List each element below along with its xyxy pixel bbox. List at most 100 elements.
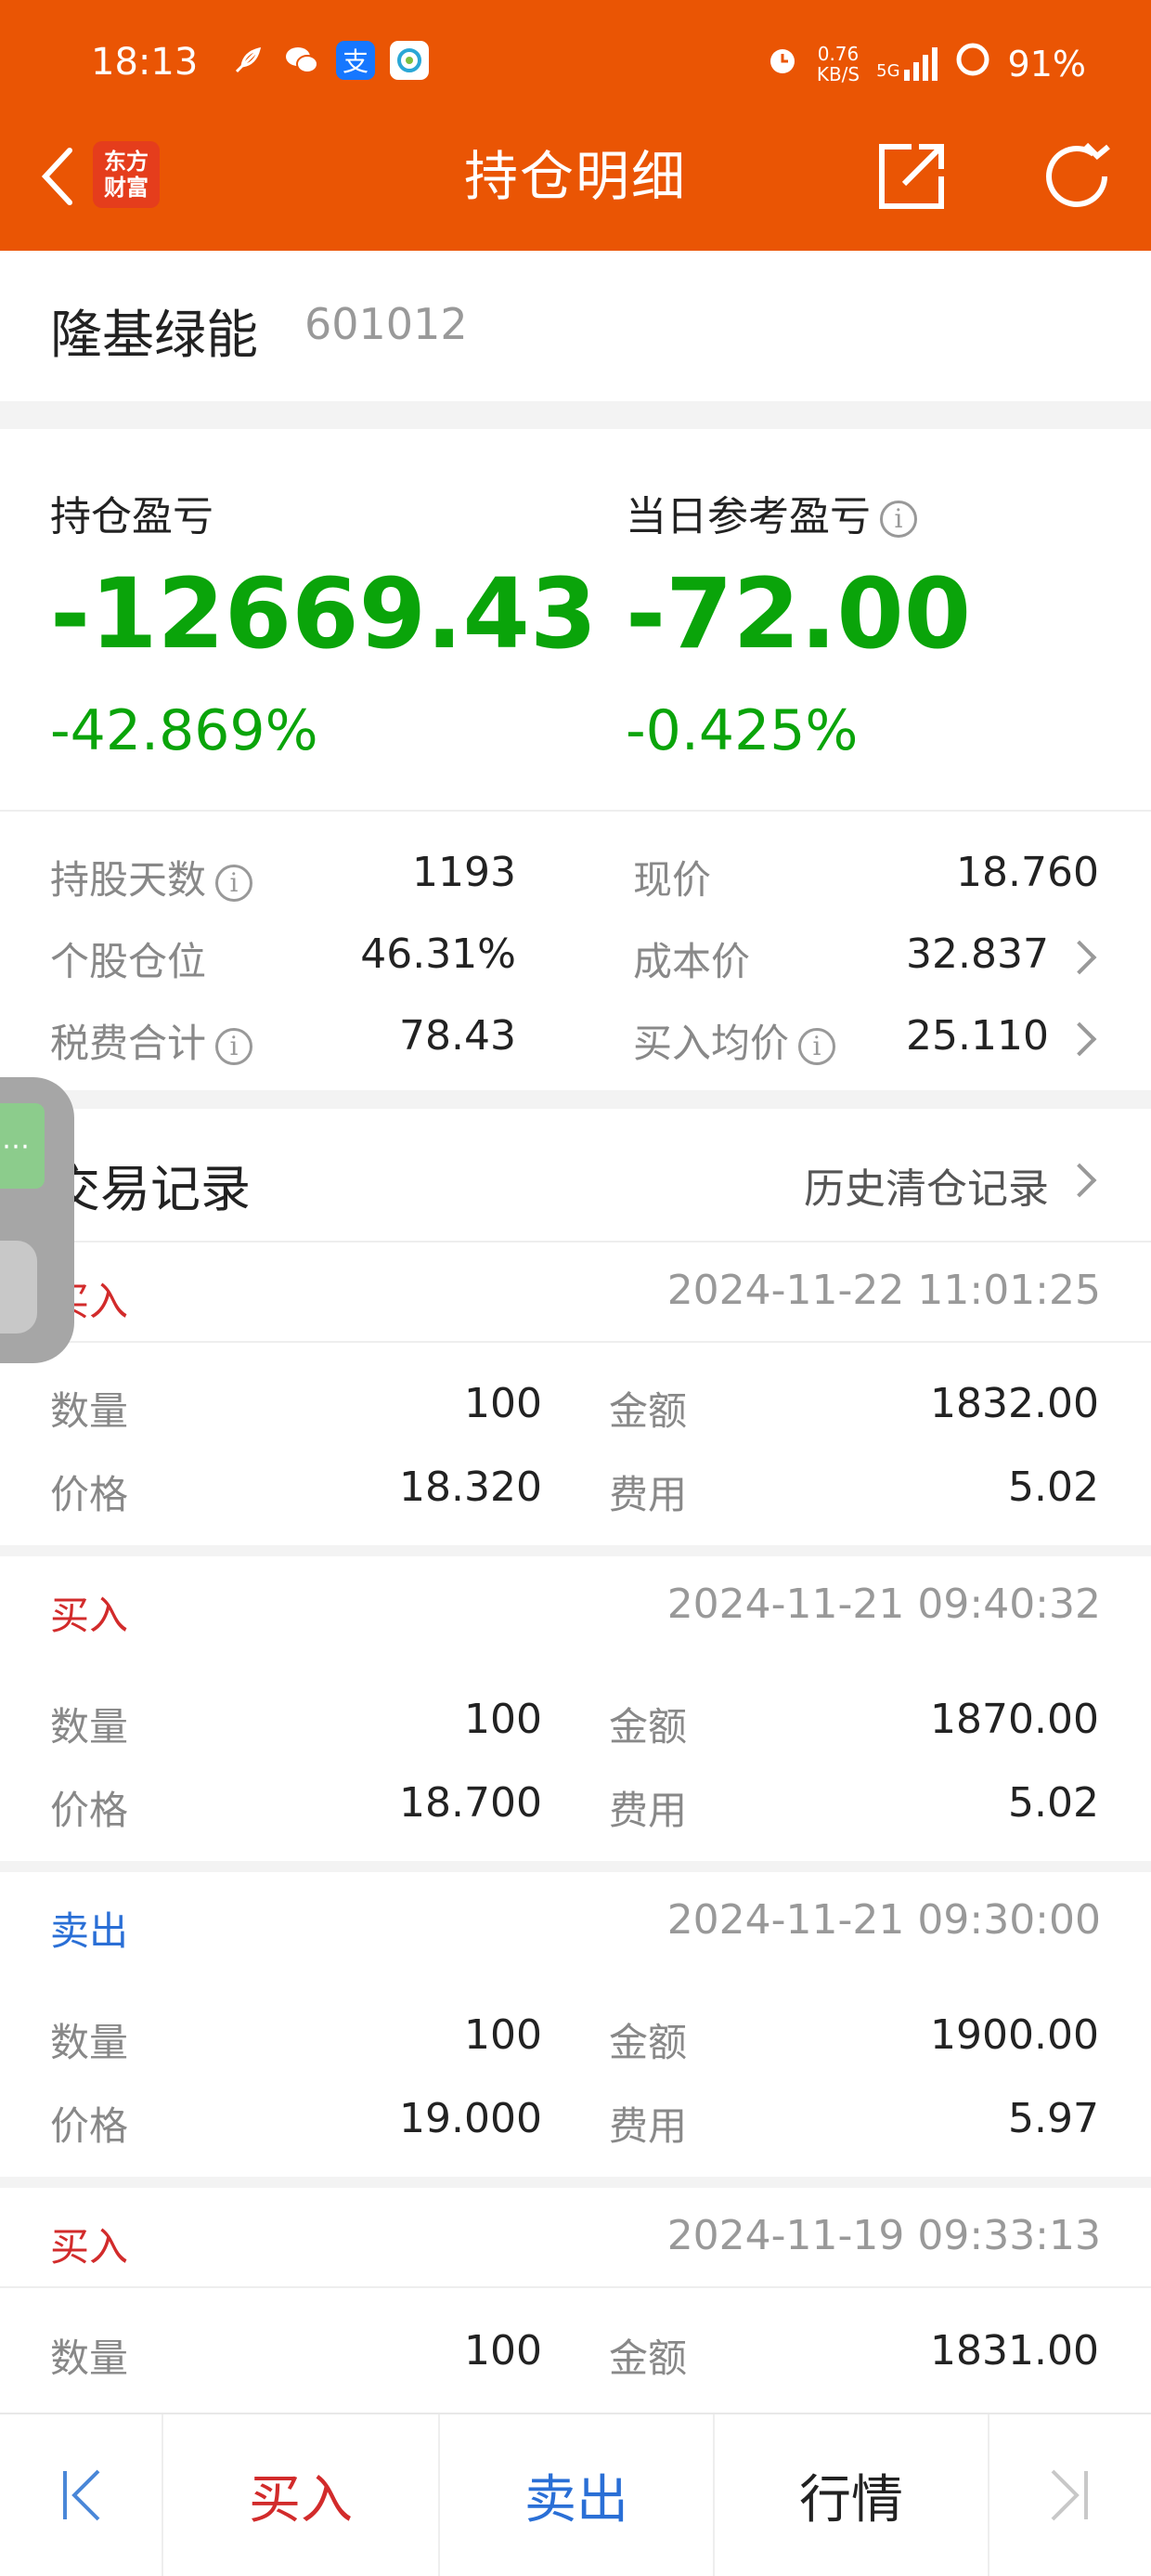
position-value: 46.31%	[360, 930, 516, 978]
avg-value[interactable]: 25.110	[906, 1012, 1049, 1060]
fee-value: 5.02	[1008, 1464, 1099, 1511]
trade-time: 2024-11-22 11:01:25	[666, 1267, 1101, 1314]
net-speed-unit: KB/S	[816, 62, 860, 85]
fee-label: 费用	[609, 1788, 688, 1833]
floating-assistant[interactable]: ⋯	[0, 1077, 74, 1363]
cost-value[interactable]: 32.837	[906, 930, 1049, 978]
notification-icons: 支	[228, 41, 429, 80]
refresh-button[interactable]	[1038, 137, 1116, 215]
sell-button[interactable]: 卖出	[440, 2414, 713, 2576]
avg-label: 买入均价	[633, 1021, 790, 1066]
hold-pnl-value: -12669.43	[50, 557, 598, 670]
status-bar: 18:13 支 0.76 KB/S 5G 91%	[0, 0, 1151, 135]
qty-label: 数量	[50, 2020, 129, 2065]
divider	[0, 1341, 1151, 1343]
price-value: 18.760	[956, 849, 1099, 896]
bottom-bar: 买入 卖出 行情	[0, 2413, 1151, 2576]
system-status: 0.76 KB/S 5G 91%	[765, 41, 1086, 86]
share-icon	[879, 144, 944, 209]
avatar[interactable]	[0, 1241, 37, 1334]
status-time: 18:13	[91, 41, 199, 84]
amount-label: 金额	[609, 2335, 688, 2381]
trade-time: 2024-11-19 09:33:13	[666, 2212, 1101, 2259]
info-icon[interactable]: i	[798, 1027, 836, 1065]
qty-label: 数量	[50, 1388, 129, 1434]
feather-app-icon	[228, 41, 267, 80]
qty-value: 100	[464, 1380, 542, 1427]
hold-days-value: 1193	[412, 849, 516, 896]
app-header: 18:13 支 0.76 KB/S 5G 91% 东方 财富 持仓明细	[0, 0, 1151, 251]
price-label: 价格	[50, 2103, 129, 2149]
qty-value: 100	[464, 2327, 542, 2374]
day-pnl-label: 当日参考盈亏	[626, 493, 871, 540]
price-label: 现价	[633, 857, 712, 903]
alipay-icon: 支	[336, 41, 375, 80]
battery-icon	[954, 41, 991, 86]
cost-label: 成本价	[633, 939, 751, 984]
divider	[0, 2286, 1151, 2288]
signal-icon: 5G	[876, 46, 938, 81]
last-page-button[interactable]	[989, 2414, 1151, 2576]
buy-button[interactable]: 买入	[163, 2414, 438, 2576]
day-pnl-label-wrap: 当日参考盈亏 i	[626, 483, 917, 542]
day-pnl-percent: -0.425%	[626, 698, 859, 763]
position-label: 个股仓位	[50, 939, 207, 984]
qty-value: 100	[464, 2011, 542, 2059]
qty-value: 100	[464, 1696, 542, 1743]
battery-level: 91%	[1007, 43, 1086, 85]
record-separator	[0, 1861, 1151, 1872]
market-button[interactable]: 行情	[715, 2414, 988, 2576]
amount-value: 1870.00	[930, 1696, 1099, 1743]
china-mobile-icon	[390, 41, 429, 80]
records-title: 交易记录	[50, 1160, 251, 1218]
trade-type: 买入	[50, 2224, 129, 2270]
amount-label: 金额	[609, 1388, 688, 1434]
trade-type: 买入	[50, 1593, 129, 1638]
net-speed: 0.76 KB/S	[817, 44, 860, 85]
fee-label: 费用	[609, 2103, 688, 2149]
fees-label: 税费合计	[50, 1021, 207, 1066]
price-label: 价格	[50, 1788, 129, 1833]
trade-time: 2024-11-21 09:30:00	[666, 1896, 1101, 1944]
record-separator	[0, 1545, 1151, 1556]
fee-label: 费用	[609, 1472, 688, 1517]
refresh-icon	[1046, 142, 1110, 207]
wechat-icon	[282, 41, 321, 80]
hold-pnl-label: 持仓盈亏	[50, 493, 213, 540]
trade-type: 卖出	[50, 1908, 129, 1954]
price-value: 18.700	[399, 1779, 542, 1827]
first-page-button[interactable]	[0, 2414, 162, 2576]
hold-days-label: 持股天数	[50, 857, 207, 903]
stock-name: 隆基绿能	[50, 306, 258, 366]
amount-value: 1832.00	[930, 1380, 1099, 1427]
skip-forward-icon	[1051, 2469, 1088, 2521]
history-link[interactable]: 历史清仓记录	[804, 1155, 1049, 1215]
hold-pnl-percent: -42.869%	[50, 698, 318, 763]
fee-value: 5.02	[1008, 1779, 1099, 1827]
amount-value: 1900.00	[930, 2011, 1099, 2059]
qty-label: 数量	[50, 2335, 129, 2381]
price-value: 18.320	[399, 1464, 542, 1511]
fee-value: 5.97	[1008, 2095, 1099, 2142]
amount-label: 金额	[609, 2020, 688, 2065]
amount-value: 1831.00	[930, 2327, 1099, 2374]
net-speed-value: 0.76	[817, 42, 860, 65]
record-separator	[0, 2177, 1151, 2188]
info-icon[interactable]: i	[215, 1027, 253, 1065]
share-button[interactable]	[873, 137, 951, 215]
network-type: 5G	[876, 60, 900, 81]
divider	[0, 810, 1151, 812]
page-title: 持仓明细	[463, 145, 687, 208]
skip-back-icon	[63, 2469, 100, 2521]
amount-label: 金额	[609, 1704, 688, 1750]
alarm-icon	[765, 42, 800, 85]
info-icon[interactable]: i	[880, 501, 917, 538]
price-value: 19.000	[399, 2095, 542, 2142]
fees-label-wrap: 税费合计 i	[50, 1012, 253, 1069]
stock-code: 601012	[304, 299, 468, 349]
price-label: 价格	[50, 1472, 129, 1517]
more-icon[interactable]: ⋯	[0, 1103, 45, 1189]
trade-time: 2024-11-21 09:40:32	[666, 1581, 1101, 1628]
info-icon[interactable]: i	[215, 864, 253, 902]
qty-label: 数量	[50, 1704, 129, 1750]
